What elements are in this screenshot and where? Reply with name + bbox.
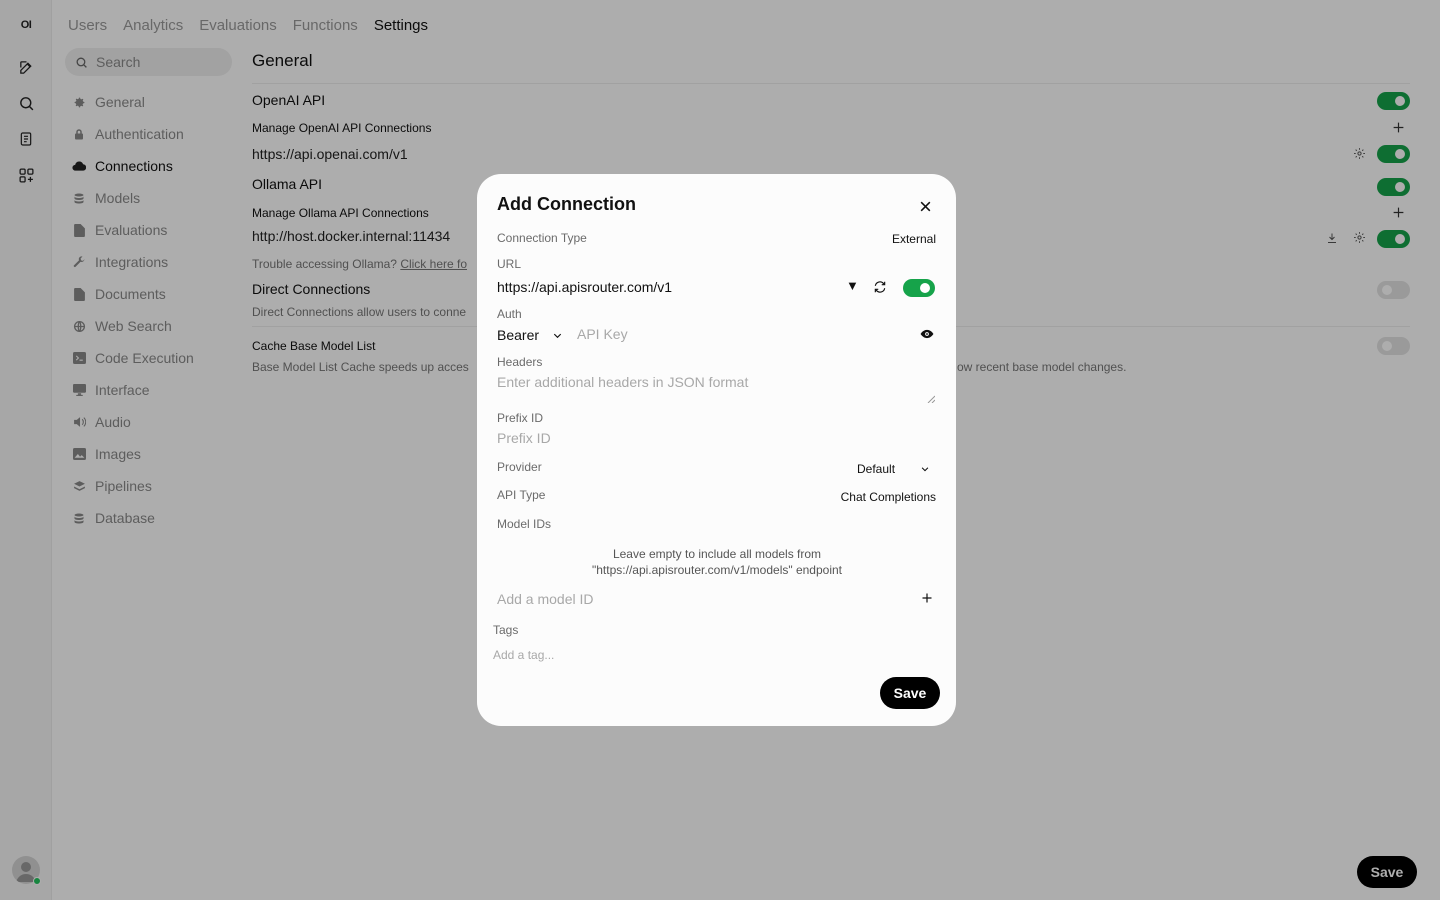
auth-type-select[interactable]: Bearer [497,327,539,343]
model-ids-note: Leave empty to include all models from "… [517,546,917,578]
model-ids-note-line2: "https://api.apisrouter.com/v1/models" e… [592,563,842,577]
prefix-id-label: Prefix ID [497,411,544,425]
add-model-id-icon[interactable] [921,591,935,605]
connection-type-label: Connection Type [497,231,587,245]
model-ids-label: Model IDs [497,517,552,531]
close-icon[interactable] [915,196,935,216]
url-dropdown-icon[interactable]: ▼ [846,278,859,293]
headers-textarea[interactable]: Enter additional headers in JSON format [497,374,748,390]
api-type-value[interactable]: Chat Completions [841,490,936,504]
provider-label: Provider [497,460,542,474]
add-connection-modal: Add Connection Connection Type External … [477,174,956,726]
headers-label: Headers [497,355,543,369]
provider-select[interactable]: Default [857,462,895,476]
prefix-id-input[interactable]: Prefix ID [497,430,551,446]
refresh-icon[interactable] [873,278,889,296]
chevron-down-icon[interactable] [920,462,932,476]
api-type-label: API Type [497,488,546,502]
url-input[interactable]: https://api.apisrouter.com/v1 [497,279,672,295]
modal-title: Add Connection [497,194,636,214]
api-key-input[interactable]: API Key [577,326,628,342]
model-id-input[interactable]: Add a model ID [497,591,594,607]
eye-icon[interactable] [920,326,936,342]
url-enabled-toggle[interactable] [903,279,935,297]
connection-type-value[interactable]: External [892,232,936,246]
tags-label: Tags [493,623,519,637]
resize-handle-icon[interactable] [927,390,936,404]
modal-save-button[interactable]: Save [880,677,940,709]
tag-input[interactable]: Add a tag... [493,648,554,662]
model-ids-note-line1: Leave empty to include all models from [612,547,822,561]
auth-label: Auth [497,307,522,321]
url-label: URL [497,257,522,271]
chevron-down-icon[interactable] [552,327,564,343]
